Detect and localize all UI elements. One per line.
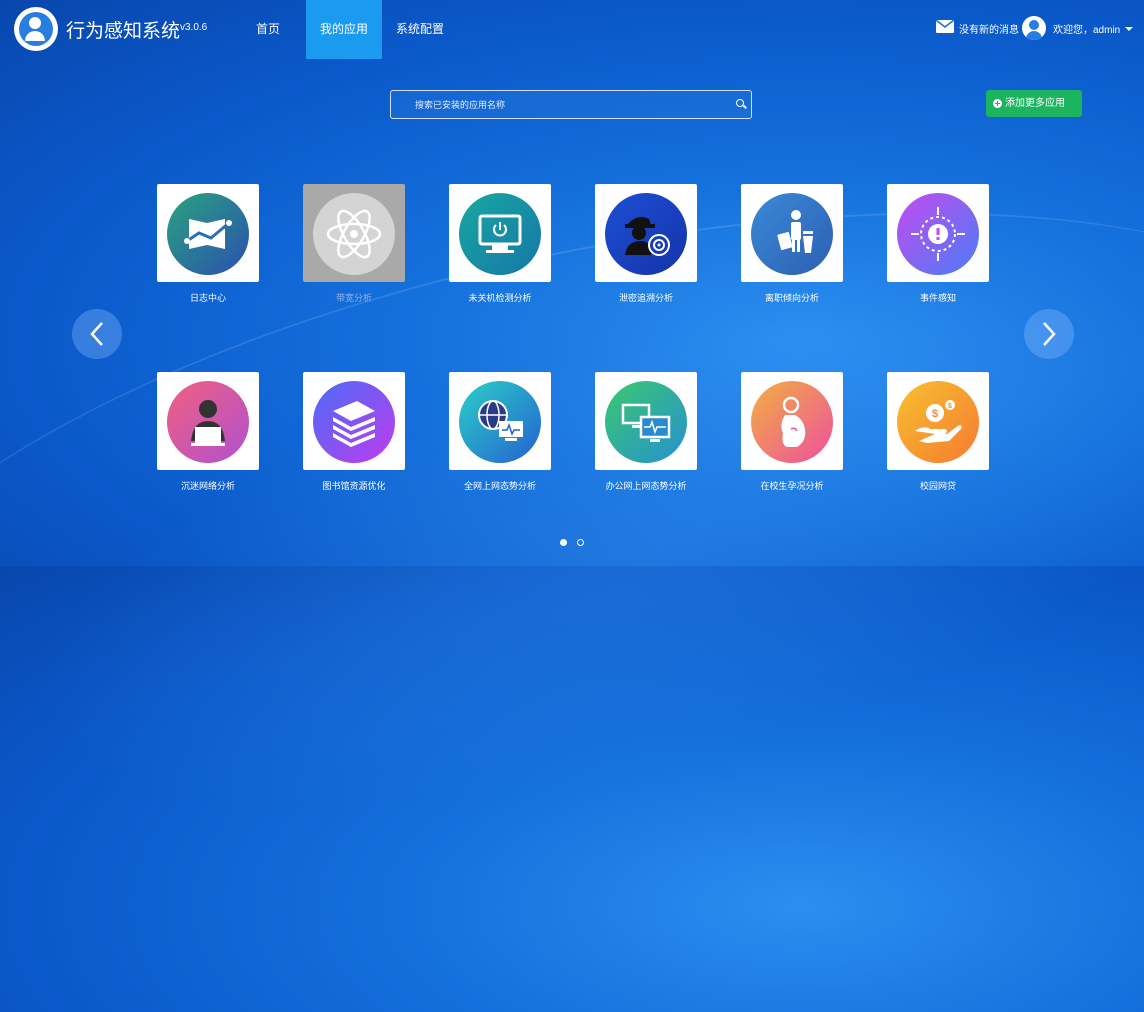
user-avatar-icon[interactable] — [1022, 16, 1046, 40]
app-label-campus-loan[interactable]: 校园网贷 — [868, 479, 1008, 492]
spy-target-icon — [605, 193, 687, 275]
alert-target-icon — [897, 193, 979, 275]
plus-circle-icon — [993, 99, 1002, 108]
dual-monitor-icon — [605, 381, 687, 463]
nav-home[interactable]: 首页 — [242, 0, 294, 59]
app-tile-office-net[interactable] — [595, 372, 697, 470]
app-label-leak-trace[interactable]: 泄密追溯分析 — [576, 291, 716, 304]
app-tile-leak-trace[interactable] — [595, 184, 697, 282]
page-dot-2[interactable] — [577, 539, 584, 546]
app-label-event-aware[interactable]: 事件感知 — [868, 291, 1008, 304]
app-tile-resignation[interactable] — [741, 184, 843, 282]
caret-down-icon[interactable] — [1125, 27, 1133, 31]
nav-my-apps[interactable]: 我的应用 — [306, 0, 382, 59]
app-tile-all-net[interactable] — [449, 372, 551, 470]
books-stack-icon — [313, 381, 395, 463]
svg-text:$: $ — [932, 408, 938, 420]
app-label-library[interactable]: 图书馆资源优化 — [284, 479, 424, 492]
app-logo-icon — [14, 7, 58, 51]
app-label-net-addiction[interactable]: 沉迷网络分析 — [138, 479, 278, 492]
app-tile-campus-loan[interactable]: $ $ — [887, 372, 989, 470]
app-label-shutdown-detect[interactable]: 未关机检测分析 — [430, 291, 570, 304]
app-tile-library[interactable] — [303, 372, 405, 470]
pregnant-woman-icon — [751, 381, 833, 463]
app-tile-event-aware[interactable] — [887, 184, 989, 282]
app-search-box — [390, 90, 752, 119]
app-label-pregnancy[interactable]: 在校生孕况分析 — [722, 479, 862, 492]
log-chart-icon — [167, 193, 249, 275]
person-trash-icon — [751, 193, 833, 275]
app-label-office-net[interactable]: 办公网上网态势分析 — [576, 479, 716, 492]
app-tile-bandwidth[interactable] — [303, 184, 405, 282]
search-icon[interactable] — [736, 99, 744, 107]
search-input[interactable] — [391, 91, 735, 118]
carousel-prev-button[interactable] — [72, 309, 122, 359]
mail-icon[interactable] — [936, 20, 954, 33]
nav-system-config[interactable]: 系统配置 — [388, 0, 452, 59]
carousel-next-button[interactable] — [1024, 309, 1074, 359]
chevron-left-icon — [90, 322, 103, 346]
app-version: v3.0.6 — [180, 22, 208, 33]
app-tile-pregnancy[interactable] — [741, 372, 843, 470]
app-label-bandwidth[interactable]: 带宽分析 — [284, 291, 424, 304]
chevron-right-icon — [1043, 322, 1056, 346]
app-tile-shutdown-detect[interactable] — [449, 184, 551, 282]
messages-status[interactable]: 没有新的消息 — [959, 21, 1019, 36]
page-dot-1[interactable] — [560, 539, 567, 546]
monitor-power-icon — [459, 193, 541, 275]
app-label-resignation[interactable]: 离职倾向分析 — [722, 291, 862, 304]
add-more-apps-label: 添加更多应用 — [1005, 98, 1065, 109]
hand-coin-icon: $ $ — [897, 381, 979, 463]
app-tile-log-center[interactable] — [157, 184, 259, 282]
welcome-user[interactable]: 欢迎您，admin — [1053, 21, 1120, 36]
globe-monitor-icon — [459, 381, 541, 463]
app-label-all-net[interactable]: 全网上网态势分析 — [430, 479, 570, 492]
app-tile-net-addiction[interactable] — [157, 372, 259, 470]
person-laptop-icon — [167, 381, 249, 463]
add-more-apps-button[interactable]: 添加更多应用 — [986, 90, 1082, 117]
atom-icon — [313, 193, 395, 275]
top-navbar: 行为感知系统 v3.0.6 首页 我的应用 系统配置 没有新的消息 欢迎您，ad… — [0, 0, 1144, 59]
app-label-log-center[interactable]: 日志中心 — [138, 291, 278, 304]
app-title: 行为感知系统 — [66, 21, 181, 42]
svg-text:$: $ — [948, 403, 952, 410]
